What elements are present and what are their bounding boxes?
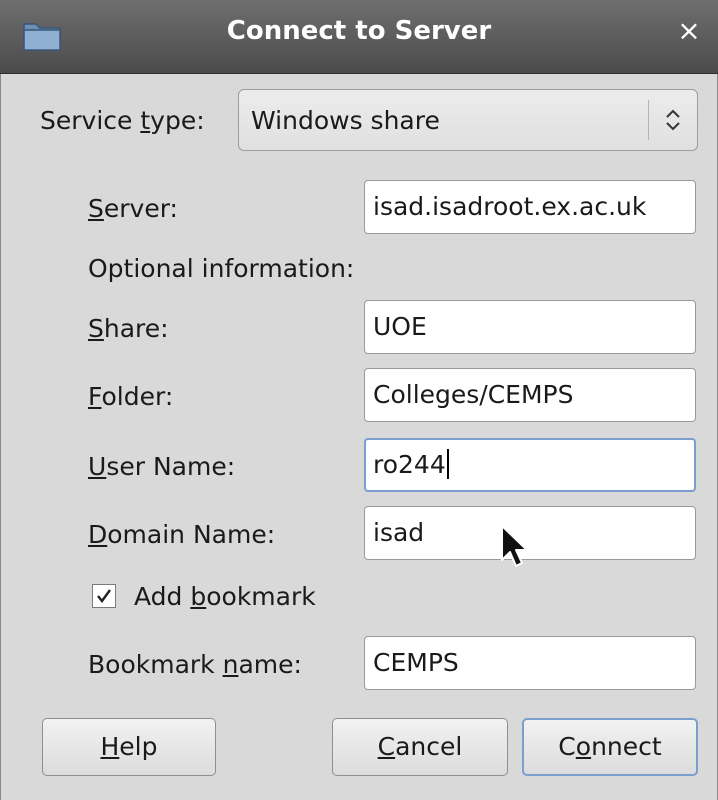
user-name-label: User Name: xyxy=(88,452,235,481)
server-label: Server: xyxy=(88,194,178,223)
window-title: Connect to Server xyxy=(226,16,492,46)
service-type-dropdown[interactable]: Windows share xyxy=(238,89,698,151)
domain-name-label: Domain Name: xyxy=(88,520,275,549)
close-icon[interactable]: × xyxy=(674,16,704,46)
help-rest: elp xyxy=(119,732,158,761)
user-name-value: ro244 xyxy=(373,450,446,479)
server-label-rest: erver: xyxy=(103,194,178,223)
service-label-prefix: Service xyxy=(40,106,141,135)
user-name-label-rest: ser Name: xyxy=(106,452,236,481)
add-bookmark-prefix: Add xyxy=(134,582,191,611)
folder-label-mnemonic: F xyxy=(88,382,102,411)
user-name-input[interactable]: ro244 xyxy=(364,438,696,492)
mouse-pointer-icon xyxy=(501,525,528,567)
bookmark-name-prefix: Bookmark xyxy=(88,650,223,679)
server-input[interactable]: isad.isadroot.ex.ac.uk xyxy=(364,180,696,234)
domain-name-label-rest: omain Name: xyxy=(107,520,276,549)
connect-mnemonic: o xyxy=(575,732,592,761)
user-name-label-mnemonic: U xyxy=(88,452,107,481)
connect-prefix: C xyxy=(558,732,576,761)
bookmark-name-mnemonic: n xyxy=(222,650,239,679)
dropdown-separator xyxy=(648,100,649,140)
add-bookmark-suffix: ookmark xyxy=(206,582,316,611)
title-bar[interactable]: Connect to Server × xyxy=(0,0,718,74)
help-button[interactable]: Help xyxy=(42,718,216,776)
connect-button[interactable]: Connect xyxy=(522,718,698,776)
cancel-mnemonic: C xyxy=(377,732,396,761)
add-bookmark-mnemonic: b xyxy=(190,582,207,611)
optional-information-heading: Optional information: xyxy=(88,254,355,283)
service-type-label: Service type: xyxy=(40,106,205,135)
text-caret xyxy=(446,449,449,479)
add-bookmark-label[interactable]: Add bookmark xyxy=(134,582,316,611)
add-bookmark-checkbox[interactable] xyxy=(92,584,116,608)
folder-label: Folder: xyxy=(88,382,173,411)
cancel-button[interactable]: Cancel xyxy=(332,718,508,776)
domain-name-input[interactable]: isad xyxy=(364,506,696,560)
bookmark-name-suffix: ame: xyxy=(238,650,302,679)
checkmark-icon xyxy=(97,589,111,603)
share-label-rest: hare: xyxy=(103,314,169,343)
share-label-mnemonic: S xyxy=(88,314,104,343)
share-label: Share: xyxy=(88,314,169,343)
service-label-suffix: ype: xyxy=(150,106,205,135)
connect-suffix: nnect xyxy=(591,732,662,761)
help-mnemonic: H xyxy=(100,732,120,761)
bookmark-name-input[interactable]: CEMPS xyxy=(364,636,696,690)
server-label-mnemonic: S xyxy=(88,194,104,223)
bookmark-name-label: Bookmark name: xyxy=(88,650,302,679)
service-type-value: Windows share xyxy=(251,106,440,135)
chevron-up-down-icon xyxy=(666,109,680,131)
folder-label-rest: older: xyxy=(101,382,174,411)
domain-name-label-mnemonic: D xyxy=(88,520,108,549)
share-input[interactable]: UOE xyxy=(364,300,696,354)
service-label-mnemonic: t xyxy=(140,106,151,135)
folder-input[interactable]: Colleges/CEMPS xyxy=(364,368,696,422)
cancel-rest: ancel xyxy=(395,732,463,761)
